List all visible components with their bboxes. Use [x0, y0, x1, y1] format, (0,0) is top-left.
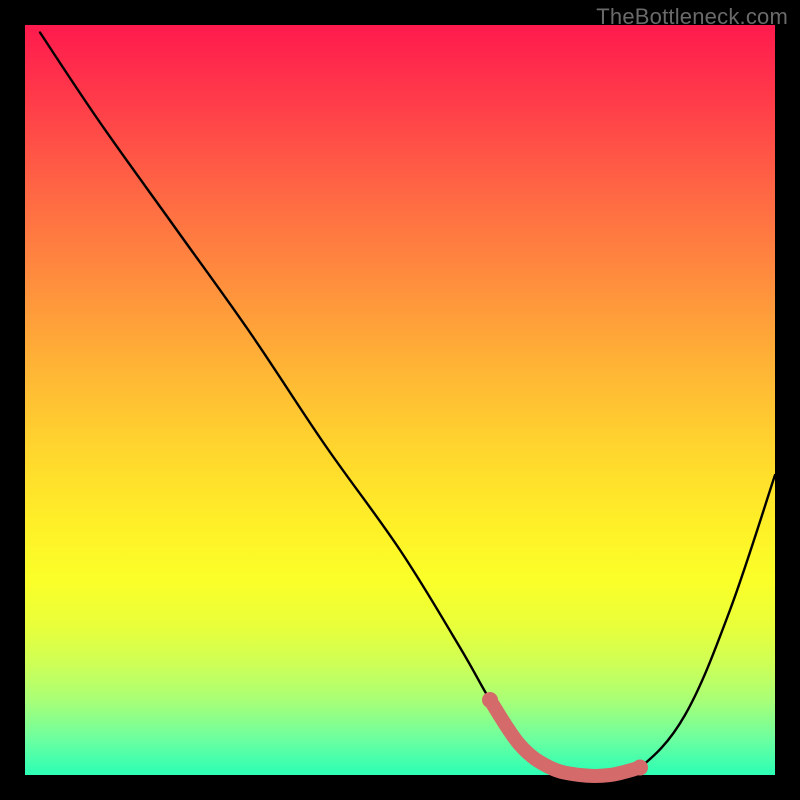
watermark-text: TheBottleneck.com: [596, 4, 788, 30]
highlight-endpoint-right: [632, 760, 648, 776]
chart-frame: TheBottleneck.com: [0, 0, 800, 800]
highlight-endpoint-left: [482, 692, 498, 708]
chart-svg: [25, 25, 775, 775]
optimal-range-highlight: [490, 700, 640, 776]
bottleneck-curve-line: [40, 33, 775, 777]
chart-plot-area: [25, 25, 775, 775]
